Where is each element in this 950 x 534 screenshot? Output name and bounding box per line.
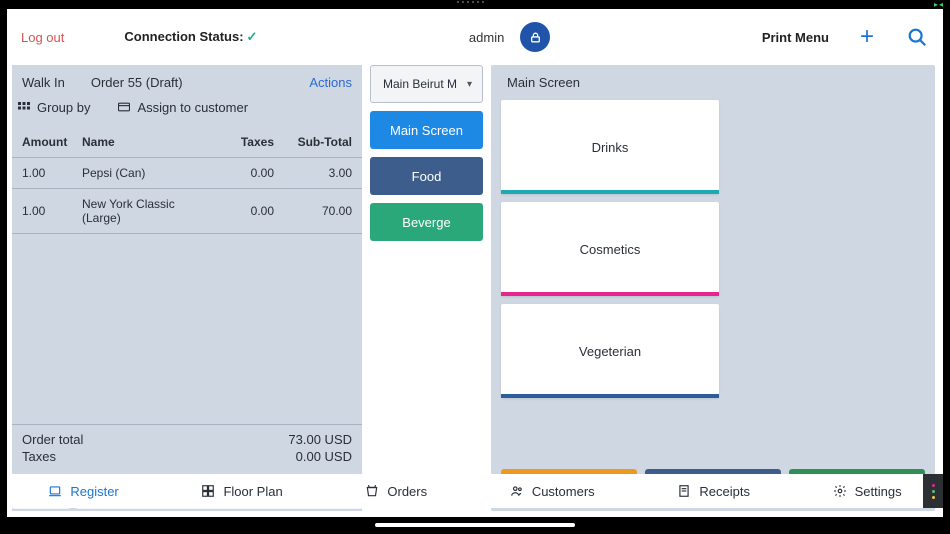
nav-orders[interactable]: Orders <box>365 484 427 499</box>
customers-icon <box>510 484 524 498</box>
col-taxes: Taxes <box>206 135 274 149</box>
order-title: Order 55 (Draft) <box>91 75 183 90</box>
table-row[interactable]: 1.00 Pepsi (Can) 0.00 3.00 <box>12 158 362 189</box>
floor-icon <box>201 484 215 498</box>
group-by-button[interactable]: Group by <box>18 100 90 115</box>
app-window: Log out Connection Status:✓ admin Print … <box>7 9 943 517</box>
nav-customers[interactable]: Customers <box>510 484 595 499</box>
notch-dots <box>457 1 493 5</box>
order-actions-link[interactable]: Actions <box>309 75 352 90</box>
order-totals: Order total73.00 USD Taxes0.00 USD <box>12 424 362 475</box>
lock-icon <box>529 31 542 44</box>
screen-title: Main Screen <box>501 75 925 90</box>
nav-register[interactable]: Register <box>48 484 118 499</box>
logout-link[interactable]: Log out <box>21 30 64 45</box>
table-row[interactable]: 1.00 New York Classic (Large) 0.00 70.00 <box>12 189 362 234</box>
col-amount: Amount <box>22 135 82 149</box>
nav-floor-plan[interactable]: Floor Plan <box>201 484 282 499</box>
col-subtotal: Sub-Total <box>274 135 352 149</box>
card-drinks[interactable]: Drinks <box>501 100 719 194</box>
check-icon: ✓ <box>247 29 258 44</box>
category-column: Main Beirut M ▾ Main Screen Food Beverge <box>370 65 483 511</box>
cat-main-screen[interactable]: Main Screen <box>370 111 483 149</box>
chevron-down-icon: ▾ <box>467 79 472 90</box>
user-label: admin <box>469 30 504 45</box>
nav-receipts[interactable]: Receipts <box>677 484 750 499</box>
register-icon <box>48 484 62 498</box>
search-button[interactable] <box>905 25 929 49</box>
order-table: Amount Name Taxes Sub-Total 1.00 Pepsi (… <box>12 127 362 424</box>
walk-in-label: Walk In <box>22 75 65 90</box>
lock-button[interactable] <box>520 22 550 52</box>
cat-beverage[interactable]: Beverge <box>370 203 483 241</box>
header-bar: Log out Connection Status:✓ admin Print … <box>7 9 943 65</box>
assign-customer-button[interactable]: Assign to customer <box>118 100 248 115</box>
status-indicator-icon: ▸◂ <box>934 0 944 9</box>
card-vegetarian[interactable]: Vegeterian <box>501 304 719 398</box>
col-name: Name <box>82 135 206 149</box>
order-panel: Walk In Order 55 (Draft) Actions Group b… <box>12 65 362 511</box>
add-button[interactable]: + <box>855 25 879 49</box>
search-icon <box>906 26 928 48</box>
orders-icon <box>365 484 379 498</box>
side-panel-toggle[interactable] <box>923 474 943 508</box>
products-panel: Main Screen Drinks Cosmetics Vegeterian … <box>491 65 935 511</box>
bottom-nav: Register Floor Plan Orders Customers Rec… <box>7 474 943 508</box>
home-indicator <box>375 523 575 527</box>
nav-settings[interactable]: Settings <box>833 484 902 499</box>
card-cosmetics[interactable]: Cosmetics <box>501 202 719 296</box>
receipts-icon <box>677 484 691 498</box>
cat-food[interactable]: Food <box>370 157 483 195</box>
connection-status: Connection Status:✓ <box>124 29 257 45</box>
print-menu-button[interactable]: Print Menu <box>762 30 829 45</box>
gear-icon <box>833 484 847 498</box>
location-select[interactable]: Main Beirut M ▾ <box>370 65 483 103</box>
grid-icon <box>18 102 30 114</box>
card-icon <box>118 102 130 114</box>
